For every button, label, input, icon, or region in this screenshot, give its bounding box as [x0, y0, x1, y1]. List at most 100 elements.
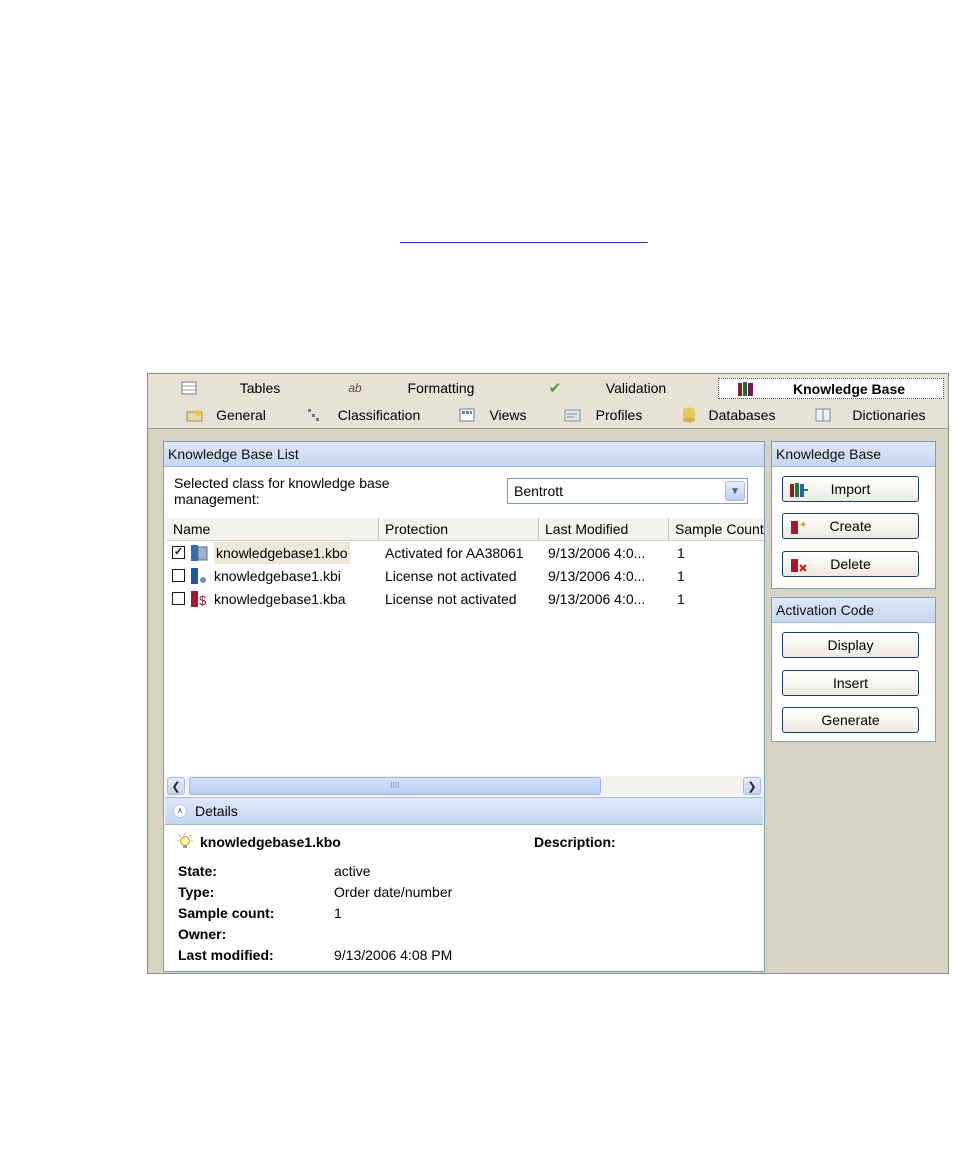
- row-sample-count: 1: [677, 568, 685, 584]
- tab-dictionaries[interactable]: Dictionaries: [796, 404, 946, 426]
- class-selection-label: Selected class for knowledge base manage…: [174, 475, 390, 507]
- display-button[interactable]: Display: [782, 632, 919, 658]
- description-label: Description:: [534, 834, 616, 850]
- panel-title: Activation Code: [772, 598, 935, 623]
- import-button[interactable]: Import: [782, 476, 919, 502]
- tab-label: Databases: [708, 407, 776, 423]
- delete-label: Delete: [830, 556, 871, 572]
- list-column-headers: Name Protection Last Modified Sample Cou…: [167, 518, 764, 541]
- classification-icon: [304, 407, 322, 423]
- row-checkbox[interactable]: [172, 592, 185, 605]
- row-name: knowledgebase1.kbo: [214, 542, 350, 564]
- tab-label: Classification: [337, 407, 421, 423]
- row-last-modified: 9/13/2006 4:0...: [548, 568, 646, 584]
- detail-value-type: Order date/number: [334, 884, 453, 900]
- row-protection: License not activated: [385, 591, 517, 607]
- tab-classification[interactable]: Classification: [286, 404, 436, 426]
- class-select-value: Bentrott: [514, 483, 564, 499]
- tab-general[interactable]: General: [168, 404, 278, 426]
- list-item[interactable]: $ knowledgebase1.kba License not activat…: [167, 588, 764, 610]
- generate-button[interactable]: Generate: [782, 707, 919, 733]
- panel-title: Knowledge Base List: [164, 442, 764, 467]
- row-name: knowledgebase1.kba: [214, 591, 346, 607]
- row-checkbox[interactable]: [172, 569, 185, 582]
- details-header[interactable]: ∧ Details: [165, 797, 763, 825]
- scrollbar-thumb[interactable]: IIII: [189, 777, 601, 795]
- detail-value-state: active: [334, 863, 371, 879]
- tab-label: Dictionaries: [852, 407, 926, 423]
- details-title: Details: [195, 803, 238, 819]
- databases-icon: [680, 407, 698, 423]
- tab-views[interactable]: Views: [440, 404, 540, 426]
- import-icon: [789, 481, 809, 497]
- detail-key-owner: Owner:: [178, 926, 227, 942]
- profiles-icon: [564, 407, 582, 423]
- tab-label: Validation: [605, 380, 667, 396]
- knowledge-base-actions-panel: Knowledge Base Import ✦ Create Delete: [771, 441, 936, 589]
- create-icon: ✦: [789, 518, 809, 534]
- create-button[interactable]: ✦ Create: [782, 513, 919, 539]
- tab-row-top: Tables ab Formatting ✔ Validation Knowle…: [148, 374, 948, 401]
- import-label: Import: [830, 481, 871, 497]
- row-last-modified: 9/13/2006 4:0...: [548, 545, 646, 561]
- collapse-chevron-icon[interactable]: ∧: [173, 804, 187, 818]
- row-sample-count: 1: [677, 545, 685, 561]
- lightbulb-icon: [176, 833, 194, 851]
- tab-label: Profiles: [595, 407, 643, 423]
- general-icon: [186, 407, 204, 423]
- tab-databases[interactable]: Databases: [662, 404, 786, 426]
- delete-icon: [789, 556, 809, 572]
- row-last-modified: 9/13/2006 4:0...: [548, 591, 646, 607]
- panel-title: Knowledge Base: [772, 442, 935, 467]
- tab-formatting[interactable]: ab Formatting: [328, 377, 518, 399]
- column-header-last-modified[interactable]: Last Modified: [539, 518, 669, 540]
- chevron-down-icon[interactable]: ▼: [725, 481, 745, 501]
- detail-key-last-modified: Last modified:: [178, 947, 274, 963]
- tab-tables[interactable]: Tables: [162, 377, 322, 399]
- tab-label: Knowledge Base: [792, 380, 906, 397]
- views-icon: [458, 407, 476, 423]
- row-sample-count: 1: [677, 591, 685, 607]
- tab-row-bottom: General Classification Views Profiles Da…: [148, 401, 948, 429]
- column-header-name[interactable]: Name: [167, 518, 379, 540]
- detail-key-type: Type:: [178, 884, 215, 900]
- svg-text:$: $: [199, 593, 207, 608]
- row-protection: Activated for AA38061: [385, 545, 524, 561]
- row-name: knowledgebase1.kbi: [214, 568, 341, 584]
- svg-text:✦: ✦: [799, 520, 807, 531]
- detail-value-last-modified: 9/13/2006 4:08 PM: [334, 947, 453, 963]
- list-item[interactable]: knowledgebase1.kbi License not activated…: [167, 565, 764, 587]
- hyperlink-underline[interactable]: [400, 242, 648, 243]
- scroll-right-icon[interactable]: ❯: [743, 777, 761, 795]
- delete-button[interactable]: Delete: [782, 551, 919, 577]
- kbo-book-icon: [189, 544, 209, 562]
- scroll-left-icon[interactable]: ❮: [167, 777, 185, 795]
- class-select[interactable]: Bentrott ▼: [507, 478, 748, 504]
- formatting-icon: ab: [348, 381, 362, 395]
- column-header-sample-count[interactable]: Sample Count: [669, 518, 764, 540]
- list-item[interactable]: ✓ knowledgebase1.kbo Activated for AA380…: [167, 542, 764, 564]
- kbi-book-icon: [189, 567, 209, 585]
- tab-label: Formatting: [407, 380, 475, 396]
- tab-knowledge-base[interactable]: Knowledge Base: [718, 378, 944, 399]
- detail-key-sample-count: Sample count:: [178, 905, 275, 921]
- table-icon: [180, 380, 198, 396]
- detail-value-sample-count: 1: [334, 905, 342, 921]
- activation-code-panel: Activation Code Display Insert Generate: [771, 597, 936, 742]
- row-checkbox[interactable]: ✓: [172, 546, 185, 559]
- horizontal-scrollbar[interactable]: ❮ IIII ❯: [165, 776, 763, 796]
- create-label: Create: [829, 518, 872, 534]
- tab-label: Views: [489, 407, 527, 423]
- tab-profiles[interactable]: Profiles: [546, 404, 656, 426]
- row-protection: License not activated: [385, 568, 517, 584]
- tab-label: Tables: [239, 380, 281, 396]
- details-kb-name: knowledgebase1.kbo: [200, 834, 341, 850]
- knowledge-base-window: Tables ab Formatting ✔ Validation Knowle…: [147, 373, 949, 974]
- dictionaries-icon: [814, 407, 832, 423]
- tab-validation[interactable]: ✔ Validation: [528, 377, 708, 399]
- insert-button[interactable]: Insert: [782, 670, 919, 696]
- column-header-protection[interactable]: Protection: [379, 518, 539, 540]
- detail-key-state: State:: [178, 863, 217, 879]
- books-icon: [737, 381, 755, 397]
- tab-label: General: [216, 407, 266, 423]
